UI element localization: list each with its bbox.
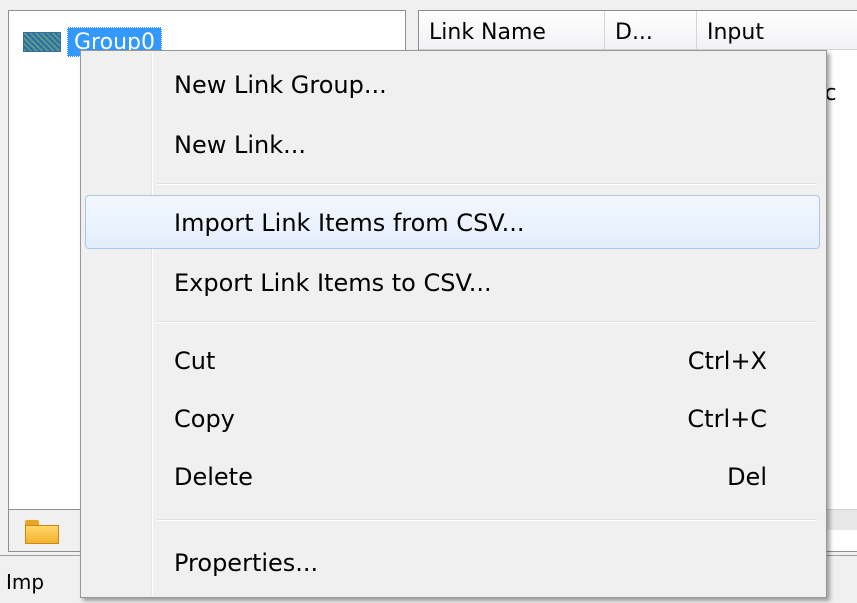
menu-item-new-link-group[interactable]: New Link Group... bbox=[85, 57, 820, 111]
menu-item-copy[interactable]: Copy Ctrl+C bbox=[85, 391, 820, 445]
menu-item-delete[interactable]: Delete Del bbox=[85, 449, 820, 503]
status-text: Imp bbox=[6, 570, 45, 594]
folder-icon[interactable] bbox=[25, 520, 59, 544]
menu-item-shortcut: Ctrl+C bbox=[687, 405, 767, 433]
menu-item-import-csv[interactable]: Import Link Items from CSV... bbox=[85, 195, 820, 249]
menu-item-cut[interactable]: Cut Ctrl+X bbox=[85, 333, 820, 387]
menu-item-export-csv[interactable]: Export Link Items to CSV... bbox=[85, 255, 820, 309]
menu-item-label: Cut bbox=[174, 347, 216, 375]
menu-item-label: Properties... bbox=[174, 549, 319, 577]
menu-item-new-link[interactable]: New Link... bbox=[85, 117, 820, 171]
menu-separator bbox=[157, 183, 817, 185]
menu-separator bbox=[157, 321, 817, 323]
app-window: Group0 Link Name D... Input ac Imp New L… bbox=[0, 0, 857, 603]
menu-item-shortcut: Ctrl+X bbox=[687, 347, 767, 375]
menu-item-label: Copy bbox=[174, 405, 235, 433]
link-group-icon bbox=[23, 32, 61, 52]
context-menu: New Link Group... New Link... Import Lin… bbox=[80, 50, 827, 598]
column-header-input[interactable]: Input bbox=[697, 11, 857, 49]
column-header-link-name[interactable]: Link Name bbox=[419, 11, 605, 49]
menu-item-label: Export Link Items to CSV... bbox=[174, 269, 492, 297]
list-header: Link Name D... Input bbox=[419, 11, 857, 50]
column-header-d[interactable]: D... bbox=[605, 11, 697, 49]
menu-separator bbox=[157, 519, 817, 521]
menu-item-shortcut: Del bbox=[727, 463, 767, 491]
menu-item-label: Delete bbox=[174, 463, 253, 491]
menu-item-label: New Link... bbox=[174, 131, 307, 159]
menu-item-label: Import Link Items from CSV... bbox=[174, 209, 525, 237]
menu-item-label: New Link Group... bbox=[174, 71, 387, 99]
menu-item-properties[interactable]: Properties... bbox=[85, 535, 820, 589]
